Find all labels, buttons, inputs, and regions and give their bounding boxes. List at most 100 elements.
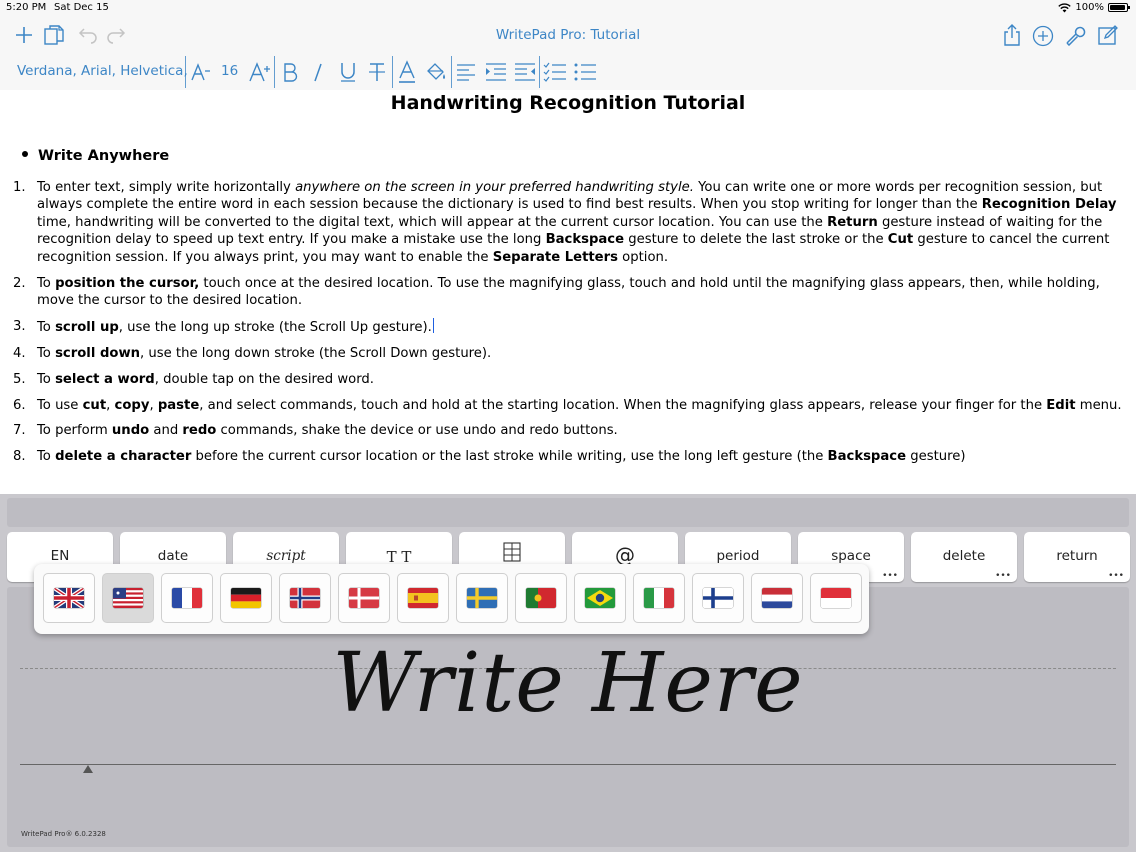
bold-run: redo [182, 423, 217, 439]
text-cursor [432, 317, 435, 333]
bold-run: cut [82, 397, 107, 413]
indonesia-flag-icon [821, 588, 851, 608]
language-fr-button[interactable] [161, 573, 213, 623]
language-nl-button[interactable] [751, 573, 803, 623]
denmark-flag-icon [349, 588, 379, 608]
italy-flag-icon [644, 588, 674, 608]
key-label: space [831, 548, 871, 564]
document-body[interactable]: Handwriting Recognition Tutorial Write A… [0, 90, 1136, 494]
toolbar-divider [185, 56, 186, 88]
key-label: delete [942, 548, 986, 564]
bold-run: Recognition Delay [981, 197, 1117, 213]
italic-icon[interactable] [308, 61, 328, 83]
language-fi-button[interactable] [692, 573, 744, 623]
language-de-button[interactable] [220, 573, 272, 623]
decrease-font-icon[interactable] [190, 61, 212, 83]
version-label: WritePad Pro® 6.0.2328 [21, 830, 106, 838]
text-run: , use the long down stroke (the Scroll D… [140, 345, 492, 361]
list-number: 6. [13, 397, 26, 413]
language-es-button[interactable] [397, 573, 449, 623]
finland-flag-icon [703, 588, 733, 608]
key-label: return [1056, 548, 1098, 564]
status-bar: 5:20 PM Sat Dec 15 100% [0, 0, 1136, 16]
list-item: 6. To use cut, copy, paste, and select c… [13, 397, 1131, 414]
text-run: option. [617, 249, 669, 265]
bold-run: delete a character [55, 449, 192, 465]
language-se-button[interactable] [456, 573, 508, 623]
text-color-icon[interactable] [396, 60, 418, 84]
text-run: To [37, 449, 56, 465]
calculator-icon [503, 542, 521, 562]
add-circle-icon[interactable] [1031, 24, 1055, 48]
bold-run: position the cursor, [55, 275, 200, 291]
text-run: To enter text, simply write horizontally [37, 180, 296, 195]
battery-icon [1108, 3, 1130, 12]
text-run: gesture) [906, 449, 966, 465]
bullet-list-icon[interactable] [573, 60, 597, 84]
us-flag-icon [113, 588, 143, 608]
write-here-prompt: Write Here [332, 636, 804, 731]
list-number: 4. [13, 345, 26, 361]
status-right: 100% [1058, 2, 1130, 13]
baseline-marker-icon[interactable] [83, 765, 93, 773]
text-run: , [149, 397, 158, 413]
align-left-icon[interactable] [455, 61, 477, 83]
strikethrough-icon[interactable] [366, 61, 388, 83]
text-run: To use [37, 397, 83, 413]
list-number: 2. [13, 275, 26, 291]
font-name-button[interactable]: Verdana, Arial, Helvetica, [17, 63, 188, 79]
bold-run: copy [114, 397, 150, 413]
edit-icon[interactable] [1096, 23, 1120, 47]
list-number: 3. [13, 318, 26, 334]
bold-run: undo [111, 423, 150, 439]
text-run: gesture to delete the last stroke or the [624, 232, 888, 248]
bold-run: paste [157, 397, 200, 413]
suggestion-strip[interactable] [7, 498, 1129, 527]
text-run: menu. [1075, 397, 1122, 413]
france-flag-icon [172, 588, 202, 608]
return-key[interactable]: return ••• [1024, 532, 1130, 582]
increase-font-icon[interactable] [248, 60, 272, 84]
portugal-flag-icon [526, 588, 556, 608]
list-item: 7. To perform undo and redo commands, sh… [13, 422, 1131, 439]
bold-run: Return [827, 214, 878, 230]
bold-run: scroll down [55, 345, 141, 361]
list-item: 4. To scroll down, use the long down str… [13, 345, 1131, 362]
text-run: , double tap on the desired word. [154, 371, 374, 387]
share-icon[interactable] [1000, 22, 1024, 48]
language-id-button[interactable] [810, 573, 862, 623]
bold-run: Cut [887, 232, 914, 248]
key-label: date [157, 548, 189, 564]
key-label: EN [50, 548, 70, 564]
checklist-icon[interactable] [543, 60, 567, 84]
language-br-button[interactable] [574, 573, 626, 623]
language-it-button[interactable] [633, 573, 685, 623]
text-run: before the current cursor location or th… [191, 449, 828, 465]
language-uk-button[interactable] [43, 573, 95, 623]
text-run: time, handwriting will be converted to t… [37, 214, 828, 230]
bold-icon[interactable] [280, 61, 300, 83]
language-picker [34, 564, 869, 634]
highlight-icon[interactable] [424, 60, 448, 84]
more-dots-icon: ••• [995, 571, 1011, 581]
indent-icon[interactable] [484, 61, 508, 83]
underline-icon[interactable] [337, 61, 359, 83]
list-number: 1. [13, 180, 26, 195]
language-dk-button[interactable] [338, 573, 390, 623]
wrench-icon[interactable] [1063, 23, 1087, 47]
text-run: , [106, 397, 115, 413]
delete-key[interactable]: delete ••• [911, 532, 1017, 582]
text-run: and [149, 423, 183, 439]
language-pt-button[interactable] [515, 573, 567, 623]
format-toolbar: Verdana, Arial, Helvetica, 16 [0, 54, 1136, 90]
font-size-value[interactable]: 16 [221, 63, 238, 79]
language-no-button[interactable] [279, 573, 331, 623]
wifi-icon [1058, 2, 1072, 12]
bold-run: Backspace [827, 449, 907, 465]
toolbar-divider [539, 56, 540, 88]
battery-percent: 100% [1075, 2, 1104, 13]
brazil-flag-icon [585, 588, 615, 608]
outdent-icon[interactable] [513, 61, 537, 83]
list-item: 3. To scroll up, use the long up stroke … [13, 317, 1131, 336]
language-us-button[interactable] [102, 573, 154, 623]
